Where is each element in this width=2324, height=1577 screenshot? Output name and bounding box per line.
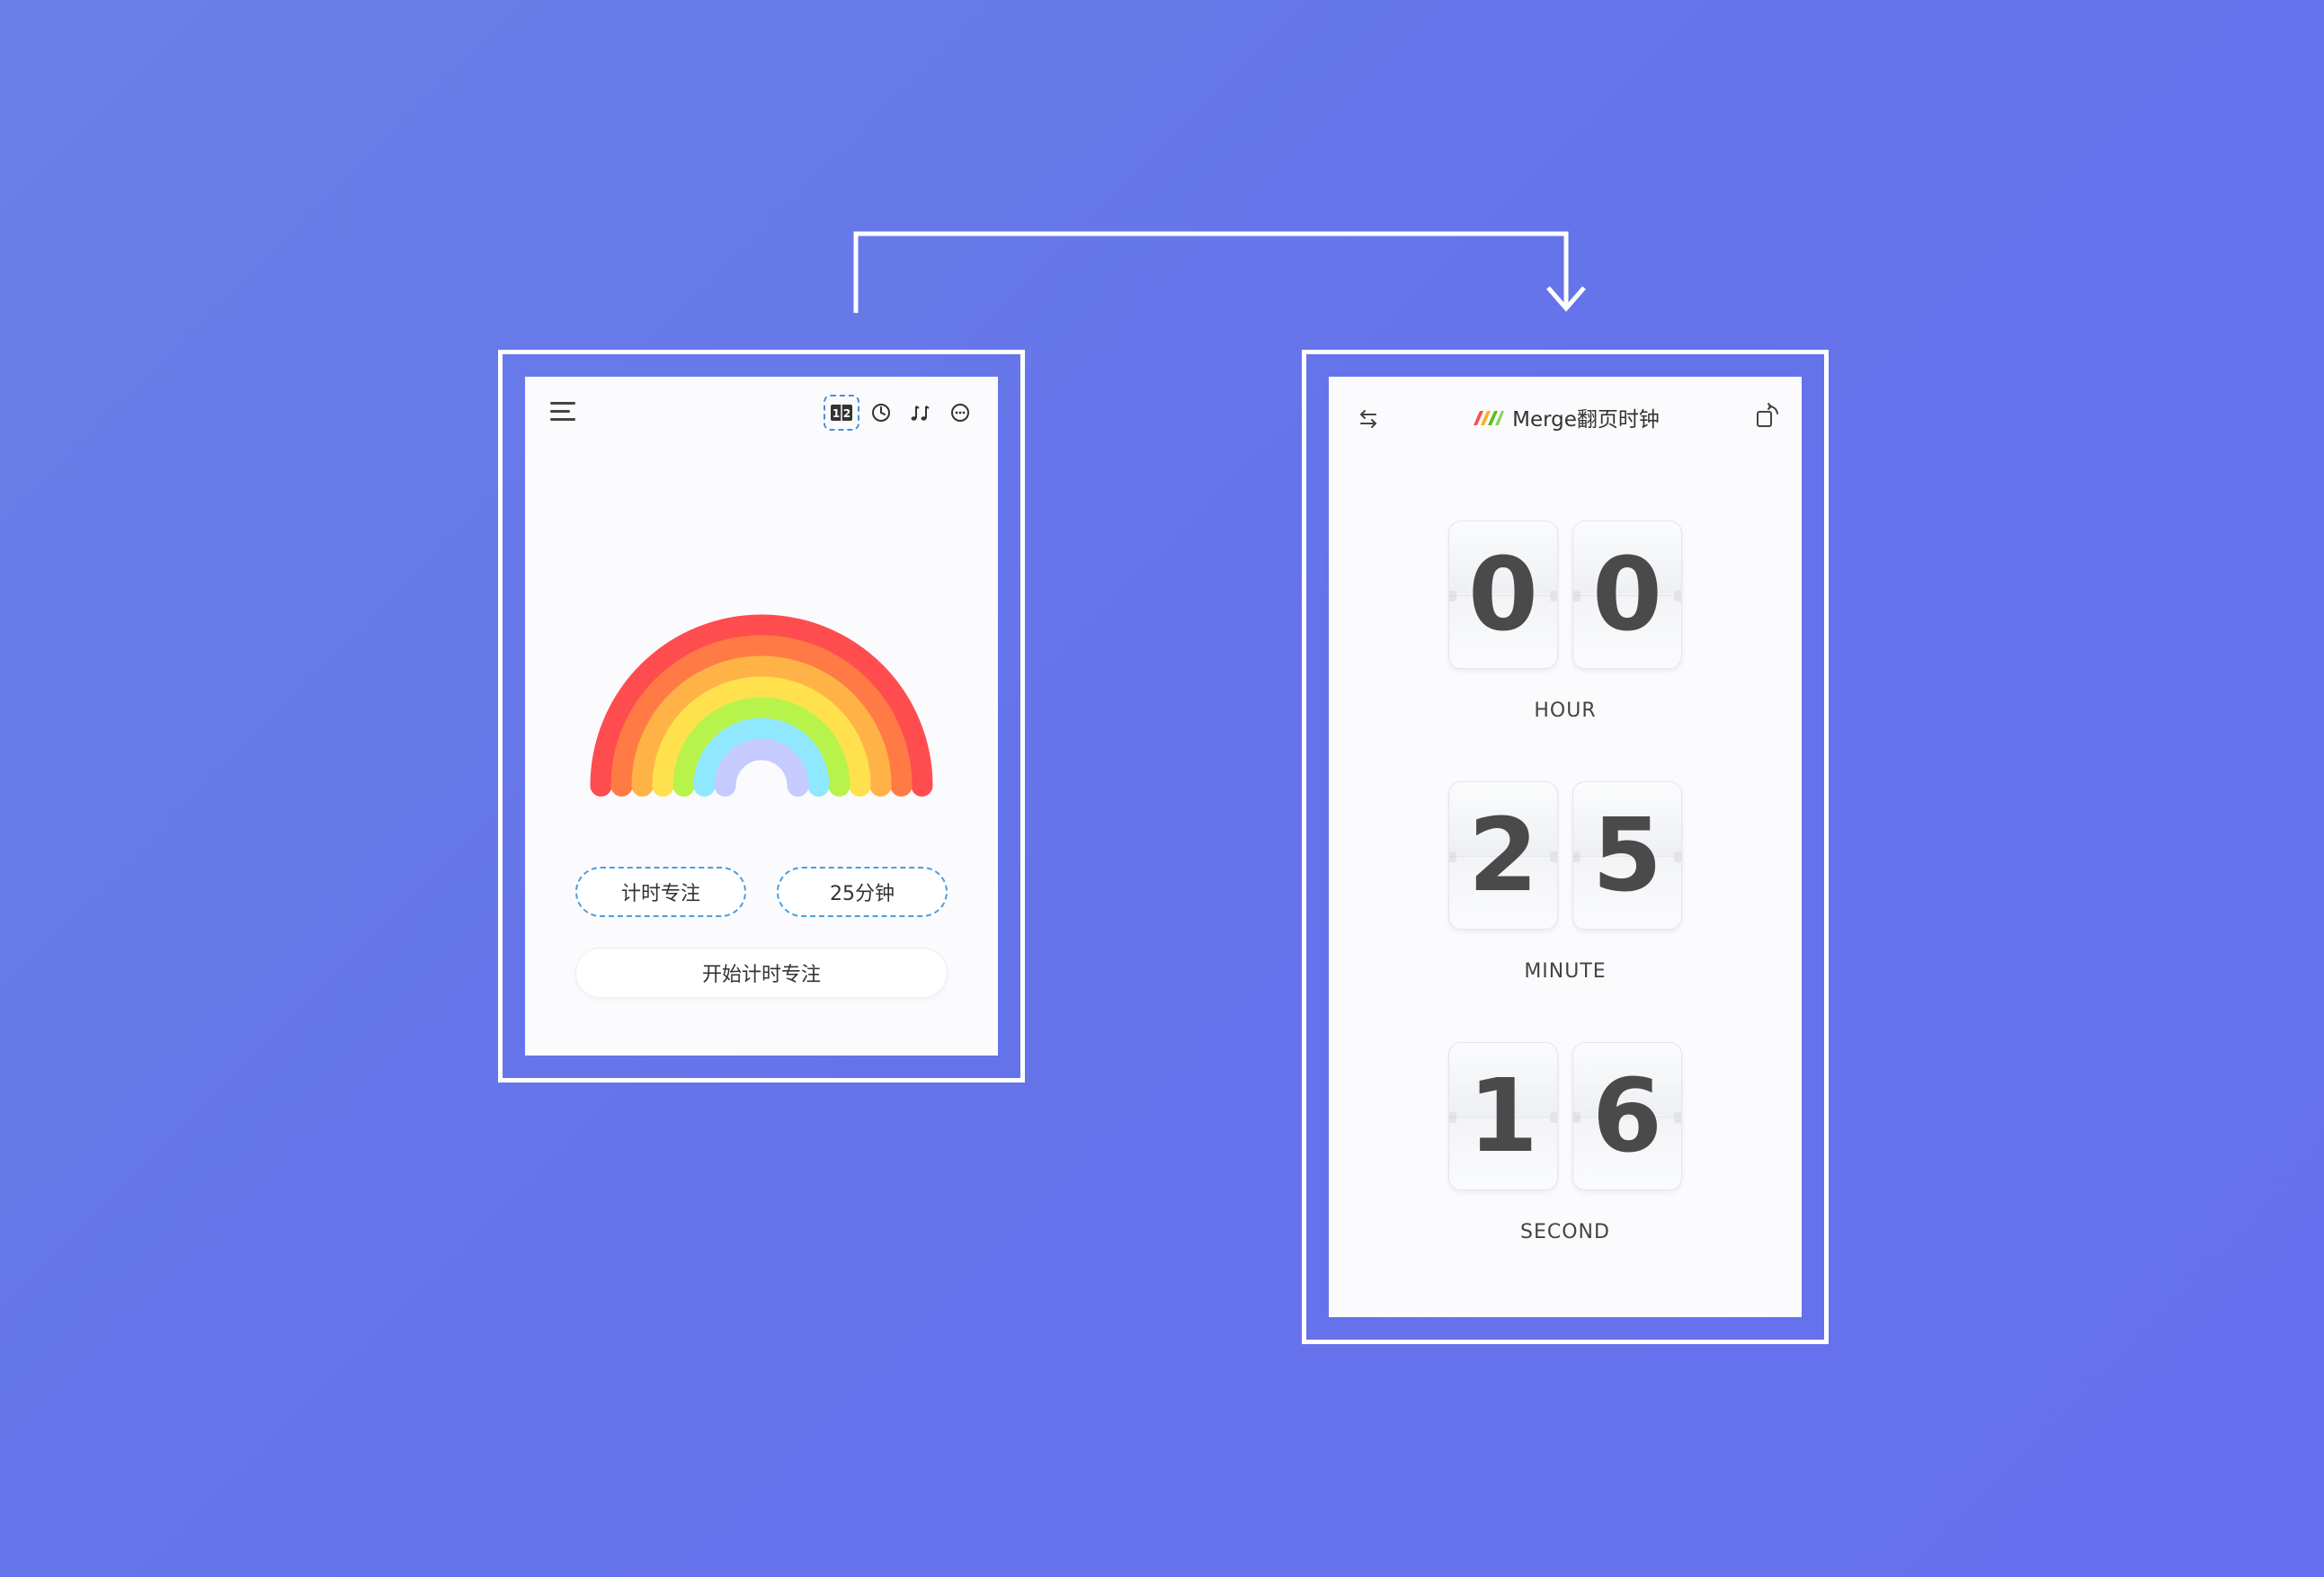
merge-logo-icon: [1474, 411, 1505, 425]
more-button[interactable]: [942, 395, 978, 431]
svg-text:2: 2: [843, 407, 850, 420]
minute-ones-digit: 5: [1592, 797, 1662, 914]
minute-label: MINUTE: [1524, 960, 1607, 983]
menu-icon[interactable]: [550, 398, 581, 425]
focus-setup-screen: 1 2 计时专注 25分钟 开始计时专注: [525, 377, 998, 1056]
flip-clock-button[interactable]: 1 2: [824, 395, 859, 431]
music-icon: [911, 405, 930, 421]
start-focus-button[interactable]: 开始计时专注: [575, 948, 948, 998]
hour-ones-digit: 0: [1592, 536, 1662, 654]
second-ones-digit: 6: [1592, 1057, 1662, 1175]
clock-icon: [872, 404, 890, 422]
flip-clock-icon: 1 2: [831, 405, 852, 421]
clock-button[interactable]: [863, 395, 899, 431]
top-toolbar: 1 2: [824, 395, 978, 431]
rainbow-illustration: [590, 614, 933, 797]
hour-label: HOUR: [1534, 699, 1597, 722]
second-ones-card: 6: [1572, 1042, 1682, 1190]
minute-group: 2 5 MINUTE: [1329, 781, 1802, 983]
app-title: Merge翻页时钟: [1512, 408, 1660, 432]
svg-text:1: 1: [833, 407, 840, 420]
hour-group: 0 0 HOUR: [1329, 521, 1802, 722]
minute-ones-card: 5: [1572, 781, 1682, 930]
second-tens-card: 1: [1448, 1042, 1558, 1190]
rainbow-band: [714, 738, 809, 797]
app-brand: Merge翻页时钟: [1329, 402, 1802, 432]
rotate-screen-icon[interactable]: [1751, 400, 1784, 432]
music-button[interactable]: [903, 395, 939, 431]
second-label: SECOND: [1520, 1221, 1610, 1243]
minute-tens-card: 2: [1448, 781, 1558, 930]
hour-ones-card: 0: [1572, 521, 1682, 669]
flow-arrow: [853, 231, 1586, 313]
hour-tens-card: 0: [1448, 521, 1558, 669]
flip-clock-screen: Merge翻页时钟 0 0 HOUR 2 5 MINUTE 1 6 SECOND: [1329, 377, 1802, 1317]
duration-selector[interactable]: 25分钟: [777, 867, 948, 917]
second-tens-digit: 1: [1468, 1057, 1538, 1175]
focus-mode-selector[interactable]: 计时专注: [575, 867, 746, 917]
hour-tens-digit: 0: [1468, 536, 1538, 654]
minute-tens-digit: 2: [1468, 797, 1538, 914]
second-group: 1 6 SECOND: [1329, 1042, 1802, 1243]
more-icon: [951, 404, 969, 422]
